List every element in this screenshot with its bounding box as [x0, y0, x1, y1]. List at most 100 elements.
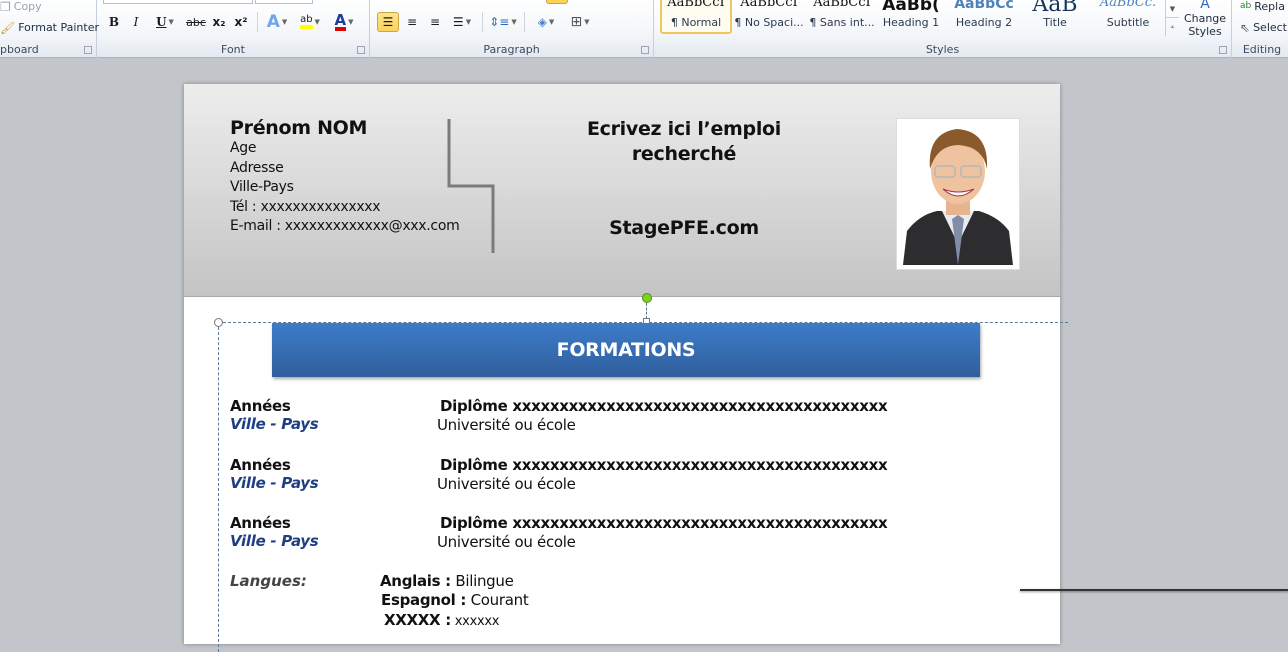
align-left-button[interactable]: ☰: [377, 12, 399, 32]
styles-dialog-launcher[interactable]: [1219, 46, 1227, 54]
style-subtitle[interactable]: AaBbCc. Subtitle: [1092, 0, 1164, 34]
paint-bucket-icon: ◈: [537, 15, 547, 29]
editing-group-label: Editing: [1242, 43, 1282, 56]
align-right-button[interactable]: ≡: [425, 12, 445, 32]
chevron-down-icon: ▼: [348, 18, 354, 26]
separator: [482, 12, 483, 32]
education-entry[interactable]: Années Ville - Pays Diplôme xxxxxxxxxxxx…: [230, 397, 930, 437]
font-size-box[interactable]: [255, 0, 313, 4]
borders-icon: ⊞: [570, 14, 583, 30]
education-diploma: Diplôme xxxxxxxxxxxxxxxxxxxxxxxxxxxxxxxx…: [440, 456, 888, 474]
clipboard-group: ❐ Copy 🖌 Format Painter pboard: [0, 0, 99, 58]
email[interactable]: E-mail : xxxxxxxxxxxxx@xxx.com: [230, 217, 460, 237]
superscript-button[interactable]: x²: [231, 12, 251, 32]
highlight-button[interactable]: ab ▼: [295, 12, 325, 32]
style-normal[interactable]: AaBbCcI ¶ Normal: [660, 0, 732, 34]
style-title[interactable]: AaB Title: [1019, 0, 1091, 34]
education-school: Université ou école: [437, 533, 576, 551]
age[interactable]: Age: [230, 139, 459, 159]
style-sans-interligne[interactable]: AaBbCcI ¶ Sans int...: [806, 0, 878, 34]
profile-photo[interactable]: [896, 118, 1020, 270]
separator: [524, 12, 525, 32]
candidate-name[interactable]: Prénom NOM: [230, 117, 459, 139]
education-diploma: Diplôme xxxxxxxxxxxxxxxxxxxxxxxxxxxxxxxx…: [440, 514, 888, 532]
italic-button[interactable]: I: [127, 12, 145, 32]
highlighter-icon: ab: [300, 15, 313, 29]
education-location: Ville - Pays: [230, 532, 319, 550]
font-color-icon: A: [334, 10, 347, 31]
phone[interactable]: Tél : xxxxxxxxxxxxxxx: [230, 198, 459, 218]
ribbon: ❐ Copy 🖌 Format Painter pboard B I U ▼ ab…: [0, 0, 1288, 58]
education-entry[interactable]: Années Ville - Pays Diplôme xxxxxxxxxxxx…: [230, 456, 930, 496]
language-item[interactable]: Espagnol : Courant: [381, 591, 529, 609]
shading-button[interactable]: ◈ ▼: [530, 12, 562, 32]
clipboard-group-label: pboard: [0, 43, 39, 56]
justify-icon: ☰: [452, 15, 464, 29]
text-effects-icon: A: [266, 12, 280, 32]
styles-gallery-scroll[interactable]: ▼ ⩡: [1165, 0, 1179, 36]
clipboard-dialog-launcher[interactable]: [84, 46, 92, 54]
font-dialog-launcher[interactable]: [357, 46, 365, 54]
format-painter-button[interactable]: 🖌 Format Painter: [0, 21, 99, 34]
rotation-handle[interactable]: [642, 293, 652, 303]
languages-label: Langues:: [230, 572, 307, 590]
portrait-image: [897, 119, 1019, 269]
website[interactable]: StagePFE.com: [564, 217, 804, 239]
more-styles-icon[interactable]: ⩡: [1166, 18, 1179, 36]
font-group-label: Font: [221, 43, 245, 56]
replace-icon: ab: [1240, 1, 1252, 11]
chevron-down-icon: ▼: [281, 18, 288, 26]
multilevel-list-button[interactable]: [546, 0, 568, 4]
horizontal-line-shape[interactable]: [1020, 589, 1288, 591]
education-school: Université ou école: [437, 475, 576, 493]
styles-group-label: Styles: [925, 43, 960, 56]
job-title[interactable]: Ecrivez ici l’emploi recherché: [564, 117, 804, 167]
elbow-connector-line[interactable]: [447, 119, 497, 254]
chevron-down-icon: ▼: [168, 18, 174, 26]
language-item[interactable]: XXXXX : xxxxxx: [384, 611, 499, 629]
editing-group: ab Repla ⇖ Select Editing: [1232, 0, 1288, 58]
cv-header: Prénom NOM Age Adresse Ville-Pays Tél : …: [184, 84, 1060, 297]
education-entry[interactable]: Années Ville - Pays Diplôme xxxxxxxxxxxx…: [230, 514, 930, 554]
replace-button[interactable]: ab Repla: [1240, 0, 1285, 13]
select-button[interactable]: ⇖ Select: [1240, 21, 1287, 34]
rotation-handle-line: [646, 303, 647, 319]
city-country[interactable]: Ville-Pays: [230, 178, 459, 198]
underline-button[interactable]: U ▼: [151, 12, 179, 32]
style-heading-1[interactable]: AaBb( Heading 1: [875, 0, 947, 34]
font-color-button[interactable]: A ▼: [329, 12, 359, 32]
paragraph-dialog-launcher[interactable]: [641, 46, 649, 54]
styles-group: AaBbCcI ¶ Normal AaBbCcI ¶ No Spaci... A…: [654, 0, 1232, 58]
chevron-down-icon: ▼: [584, 18, 590, 26]
scroll-down-icon[interactable]: ▼: [1166, 0, 1179, 18]
borders-button[interactable]: ⊞ ▼: [566, 12, 594, 32]
resize-handle-top-left[interactable]: [214, 318, 223, 327]
align-center-button[interactable]: ≡: [402, 12, 422, 32]
education-school: Université ou école: [437, 416, 576, 434]
contact-info: Prénom NOM Age Adresse Ville-Pays Tél : …: [230, 117, 460, 237]
education-location: Ville - Pays: [230, 474, 319, 492]
bold-button[interactable]: B: [105, 12, 123, 32]
align-left-icon: ☰: [382, 15, 394, 29]
paintbrush-icon: 🖌: [0, 20, 16, 35]
document-page[interactable]: Prénom NOM Age Adresse Ville-Pays Tél : …: [184, 84, 1068, 652]
line-spacing-button[interactable]: ⇕≡ ▼: [488, 12, 518, 32]
style-heading-2[interactable]: AaBbCc Heading 2: [948, 0, 1020, 34]
justify-button[interactable]: ☰ ▼: [448, 12, 476, 32]
style-no-spacing[interactable]: AaBbCcI ¶ No Spaci...: [733, 0, 805, 34]
align-center-icon: ≡: [406, 15, 418, 29]
align-right-icon: ≡: [429, 15, 441, 29]
formations-section-header[interactable]: FORMATIONS: [272, 323, 980, 377]
copy-icon: ❐: [0, 0, 11, 14]
chevron-down-icon: ▼: [548, 18, 555, 26]
cursor-arrow-icon: ⇖: [1240, 20, 1251, 35]
subscript-button[interactable]: x₂: [209, 12, 229, 32]
education-location: Ville - Pays: [230, 415, 319, 433]
language-item[interactable]: Anglais : Bilingue: [380, 572, 514, 590]
strikethrough-button[interactable]: abc: [185, 12, 207, 32]
change-styles-button[interactable]: A Change Styles: [1182, 0, 1228, 38]
copy-button[interactable]: ❐ Copy: [0, 0, 42, 13]
text-effects-button[interactable]: A ▼: [263, 12, 291, 32]
address[interactable]: Adresse: [230, 159, 459, 179]
font-name-box[interactable]: [103, 0, 253, 4]
